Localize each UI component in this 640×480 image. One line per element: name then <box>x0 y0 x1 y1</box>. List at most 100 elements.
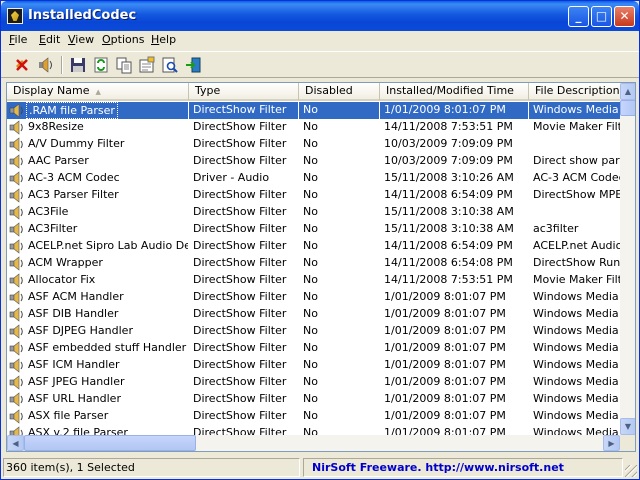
cell-file-description: Movie Maker Filter <box>533 273 623 286</box>
copy-icon[interactable] <box>115 56 133 74</box>
minimize-button[interactable]: _ <box>568 6 589 27</box>
cell-display-name: ASX file Parser <box>7 408 188 425</box>
table-row[interactable]: AAC Parser DirectShow Filter No 10/03/2009 … <box>7 153 623 170</box>
table-row[interactable]: .RAM file Parser DirectShow Filter No 1/01/… <box>7 102 623 119</box>
scroll-right-button[interactable]: ▶ <box>603 435 620 451</box>
status-bar: 360 item(s), 1 Selected NirSoft Freeware… <box>1 456 639 479</box>
cell-display-name: ASF ICM Handler <box>7 357 188 374</box>
scroll-down-button[interactable]: ▼ <box>620 418 635 435</box>
cell-disabled: No <box>303 256 318 269</box>
cell-label: ASF embedded stuff Handler <box>28 341 187 354</box>
cell-label: AC-3 ACM Codec <box>28 171 120 184</box>
save-icon[interactable] <box>69 56 87 74</box>
cell-type: DirectShow Filter <box>193 341 287 354</box>
cell-type: DirectShow Filter <box>193 409 287 422</box>
cell-file-description: AC-3 ACM Codec <box>533 171 623 184</box>
disable-icon[interactable] <box>13 56 31 74</box>
find-icon[interactable] <box>161 56 179 74</box>
title-bar[interactable]: InstalledCodec _ □ ✕ <box>1 1 639 31</box>
cell-disabled: No <box>303 392 318 405</box>
cell-installed-time: 15/11/2008 3:10:38 AM <box>384 222 514 235</box>
cell-installed-time: 15/11/2008 3:10:38 AM <box>384 205 514 218</box>
table-row[interactable]: ACELP.net Sipro Lab Audio De... DirectSho… <box>7 238 623 255</box>
column-label: Type <box>195 84 221 97</box>
cell-display-name: AAC Parser <box>7 153 188 170</box>
properties-icon[interactable] <box>138 56 156 74</box>
cell-label: Allocator Fix <box>28 273 96 286</box>
resize-grip[interactable] <box>625 465 637 477</box>
enable-icon[interactable] <box>37 56 55 74</box>
table-row[interactable]: AC3File DirectShow Filter No 15/11/2008 3:1… <box>7 204 623 221</box>
cell-display-name: Allocator Fix <box>7 272 188 289</box>
column-display-name[interactable]: Display Name ▲ <box>7 83 189 100</box>
column-type[interactable]: Type <box>189 83 299 100</box>
table-row[interactable]: ASF URL Handler DirectShow Filter No 1/01/2… <box>7 391 623 408</box>
column-disabled[interactable]: Disabled <box>299 83 380 100</box>
codec-list[interactable]: Display Name ▲ Type Disabled Installed/Mo… <box>6 82 636 452</box>
cell-file-description: Windows Media Pla <box>533 392 623 405</box>
table-row[interactable]: ASF ICM Handler DirectShow Filter No 1/01/2… <box>7 357 623 374</box>
table-row[interactable]: ASF embedded stuff Handler DirectShow Fil… <box>7 340 623 357</box>
refresh-icon[interactable] <box>92 56 110 74</box>
cell-installed-time: 1/01/2009 8:01:07 PM <box>384 341 506 354</box>
cell-disabled: No <box>303 171 318 184</box>
column-installed-time[interactable]: Installed/Modified Time <box>380 83 529 100</box>
scroll-up-button[interactable]: ▲ <box>620 83 635 100</box>
menu-options[interactable]: Options <box>102 33 144 46</box>
table-row[interactable]: ASF JPEG Handler DirectShow Filter No 1/01/… <box>7 374 623 391</box>
menu-edit[interactable]: Edit <box>39 33 60 46</box>
cell-file-description: Windows Media Pla <box>529 102 623 119</box>
close-button[interactable]: ✕ <box>614 6 635 27</box>
cell-disabled: No <box>303 290 318 303</box>
cell-file-description <box>529 204 623 221</box>
table-row[interactable]: ASF DJPEG Handler DirectShow Filter No 1/01… <box>7 323 623 340</box>
cell-type: DirectShow Filter <box>193 358 287 371</box>
table-row[interactable]: ASX file Parser DirectShow Filter No 1/01/2… <box>7 408 623 425</box>
main-window: InstalledCodec _ □ ✕ File Edit View Opti… <box>0 0 640 480</box>
cell-disabled: No <box>303 137 318 150</box>
scroll-left-button[interactable]: ◀ <box>7 435 24 451</box>
table-row[interactable]: ASF DIB Handler DirectShow Filter No 1/01/2… <box>7 306 623 323</box>
cell-type: Driver - Audio <box>193 171 270 184</box>
menu-view[interactable]: View <box>68 33 94 46</box>
menu-help[interactable]: Help <box>151 33 176 46</box>
cell-file-description: DirectShow Runtim <box>533 256 623 269</box>
cell-display-name: ACM Wrapper <box>7 255 188 272</box>
cell-installed-time: 1/01/2009 8:01:07 PM <box>384 375 506 388</box>
table-row[interactable]: ASF ACM Handler DirectShow Filter No 1/01/2… <box>7 289 623 306</box>
sort-ascending-icon: ▲ <box>95 88 101 96</box>
column-file-description[interactable]: File Description <box>529 83 623 100</box>
cell-type: DirectShow Filter <box>189 102 298 119</box>
vertical-scroll-thumb[interactable] <box>620 100 635 116</box>
table-row[interactable]: AC-3 ACM Codec Driver - Audio No 15/11/2008… <box>7 170 623 187</box>
horizontal-scroll-thumb[interactable] <box>24 435 196 451</box>
exit-icon[interactable] <box>184 56 202 74</box>
cell-installed-time: 1/01/2009 8:01:07 PM <box>384 290 506 303</box>
cell-type: DirectShow Filter <box>193 324 287 337</box>
cell-disabled: No <box>303 341 318 354</box>
cell-installed-time: 14/11/2008 7:53:51 PM <box>384 273 513 286</box>
cell-display-name: ASF DJPEG Handler <box>7 323 188 340</box>
toolbar <box>1 51 639 78</box>
cell-type: DirectShow Filter <box>193 256 287 269</box>
column-header: Display Name ▲ Type Disabled Installed/Mo… <box>7 83 623 101</box>
cell-label: ASF URL Handler <box>28 392 121 405</box>
menu-file[interactable]: File <box>9 33 27 46</box>
cell-display-name: 9x8Resize <box>7 119 188 136</box>
maximize-button[interactable]: □ <box>591 6 612 27</box>
table-row[interactable]: AC3Filter DirectShow Filter No 15/11/2008 3… <box>7 221 623 238</box>
vertical-scrollbar[interactable]: ▲ ▼ <box>620 83 635 435</box>
toolbar-separator <box>61 56 63 74</box>
cell-file-description: ACELP.net Audio D <box>533 239 623 252</box>
table-row[interactable]: A/V Dummy Filter DirectShow Filter No 10/03… <box>7 136 623 153</box>
table-row[interactable]: ACM Wrapper DirectShow Filter No 14/11/2008… <box>7 255 623 272</box>
table-row[interactable]: 9x8Resize DirectShow Filter No 14/11/2008 7… <box>7 119 623 136</box>
cell-label: AC3 Parser Filter <box>28 188 119 201</box>
horizontal-scrollbar[interactable]: ◀ ▶ <box>7 435 620 451</box>
table-row[interactable]: Allocator Fix DirectShow Filter No 14/11/20… <box>7 272 623 289</box>
cell-file-description <box>529 136 623 153</box>
cell-label: AC3Filter <box>28 222 78 235</box>
cell-file-description: ac3filter <box>533 222 579 235</box>
table-row[interactable]: AC3 Parser Filter DirectShow Filter No 14/1… <box>7 187 623 204</box>
status-credit-link[interactable]: NirSoft Freeware. http://www.nirsoft.net <box>303 458 623 477</box>
